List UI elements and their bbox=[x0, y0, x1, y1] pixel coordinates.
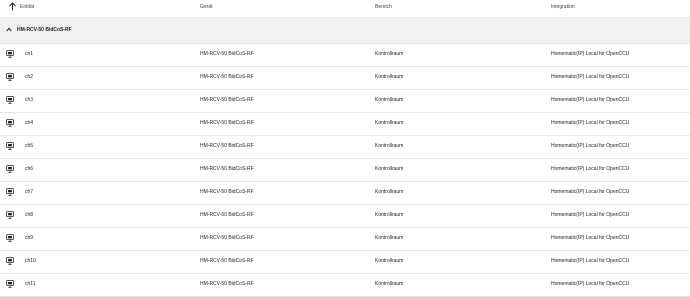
table-row[interactable]: ch3 HM-RCV-50 BidCoS-RF Kontrollraum Homema… bbox=[0, 90, 690, 113]
table-header: Entität Gerät Bereich Integration bbox=[0, 0, 690, 18]
cell-area: Kontrollraum bbox=[375, 281, 404, 287]
chevron-up-icon[interactable] bbox=[6, 27, 12, 32]
cell-integration: Homematic(IP) Local for OpenCCU bbox=[551, 189, 630, 195]
cell-area: Kontrollraum bbox=[375, 143, 404, 149]
table-row[interactable]: ch5 HM-RCV-50 BidCoS-RF Kontrollraum Homema… bbox=[0, 136, 690, 159]
cell-area: Kontrollraum bbox=[375, 258, 404, 264]
table-row[interactable]: ch8 HM-RCV-50 BidCoS-RF Kontrollraum Homema… bbox=[0, 205, 690, 228]
cell-integration: Homematic(IP) Local for OpenCCU bbox=[551, 166, 630, 172]
cell-entity[interactable]: ch4 bbox=[25, 120, 33, 126]
table-row[interactable]: ch6 HM-RCV-50 BidCoS-RF Kontrollraum Homema… bbox=[0, 159, 690, 182]
cell-area: Kontrollraum bbox=[375, 166, 404, 172]
table-row[interactable]: ch7 HM-RCV-50 BidCoS-RF Kontrollraum Homema… bbox=[0, 182, 690, 205]
cell-entity[interactable]: ch7 bbox=[25, 189, 33, 195]
entities-table: Entität Gerät Bereich Integration HM-RCV… bbox=[0, 0, 690, 297]
cell-integration: Homematic(IP) Local for OpenCCU bbox=[551, 258, 630, 264]
cell-entity[interactable]: ch5 bbox=[25, 143, 33, 149]
cell-area: Kontrollraum bbox=[375, 189, 404, 195]
cell-entity[interactable]: ch6 bbox=[25, 166, 33, 172]
cell-area: Kontrollraum bbox=[375, 74, 404, 80]
arrow-up-icon[interactable] bbox=[9, 2, 16, 11]
cell-integration: Homematic(IP) Local for OpenCCU bbox=[551, 235, 630, 241]
table-row[interactable]: ch4 HM-RCV-50 BidCoS-RF Kontrollraum Homema… bbox=[0, 113, 690, 136]
remote-button-icon bbox=[6, 234, 14, 242]
cell-integration: Homematic(IP) Local for OpenCCU bbox=[551, 120, 630, 126]
cell-integration: Homematic(IP) Local for OpenCCU bbox=[551, 143, 630, 149]
remote-button-icon bbox=[6, 142, 14, 150]
cell-entity[interactable]: ch11 bbox=[25, 281, 35, 287]
cell-device: HM-RCV-50 BidCoS-RF bbox=[200, 281, 254, 287]
group-label: HM-RCV-50 BidCoS-RF bbox=[17, 27, 72, 33]
column-header-area[interactable]: Bereich bbox=[375, 4, 392, 10]
remote-button-icon bbox=[6, 211, 14, 219]
cell-integration: Homematic(IP) Local for OpenCCU bbox=[551, 74, 630, 80]
cell-integration: Homematic(IP) Local for OpenCCU bbox=[551, 97, 630, 103]
group-header[interactable]: HM-RCV-50 BidCoS-RF bbox=[0, 18, 690, 44]
remote-button-icon bbox=[6, 280, 14, 288]
column-header-entity[interactable]: Entität bbox=[20, 4, 34, 10]
cell-area: Kontrollraum bbox=[375, 212, 404, 218]
remote-button-icon bbox=[6, 73, 14, 81]
cell-device: HM-RCV-50 BidCoS-RF bbox=[200, 51, 254, 57]
table-row[interactable]: ch1 HM-RCV-50 BidCoS-RF Kontrollraum Homema… bbox=[0, 44, 690, 67]
cell-integration: Homematic(IP) Local for OpenCCU bbox=[551, 281, 630, 287]
column-header-integration[interactable]: Integration bbox=[551, 4, 575, 10]
cell-entity[interactable]: ch8 bbox=[25, 212, 33, 218]
remote-button-icon bbox=[6, 257, 14, 265]
cell-device: HM-RCV-50 BidCoS-RF bbox=[200, 212, 254, 218]
remote-button-icon bbox=[6, 50, 14, 58]
table-row[interactable]: ch11 HM-RCV-50 BidCoS-RF Kontrollraum Homem… bbox=[0, 274, 690, 297]
column-header-device[interactable]: Gerät bbox=[200, 4, 213, 10]
cell-device: HM-RCV-50 BidCoS-RF bbox=[200, 189, 254, 195]
cell-integration: Homematic(IP) Local for OpenCCU bbox=[551, 51, 630, 57]
table-row[interactable]: ch9 HM-RCV-50 BidCoS-RF Kontrollraum Homema… bbox=[0, 228, 690, 251]
remote-button-icon bbox=[6, 119, 14, 127]
cell-area: Kontrollraum bbox=[375, 120, 404, 126]
cell-entity[interactable]: ch2 bbox=[25, 74, 33, 80]
cell-device: HM-RCV-50 BidCoS-RF bbox=[200, 143, 254, 149]
table-row[interactable]: ch10 HM-RCV-50 BidCoS-RF Kontrollraum Homem… bbox=[0, 251, 690, 274]
cell-entity[interactable]: ch3 bbox=[25, 97, 33, 103]
cell-area: Kontrollraum bbox=[375, 51, 404, 57]
cell-device: HM-RCV-50 BidCoS-RF bbox=[200, 74, 254, 80]
remote-button-icon bbox=[6, 96, 14, 104]
table-row[interactable]: ch2 HM-RCV-50 BidCoS-RF Kontrollraum Homema… bbox=[0, 67, 690, 90]
remote-button-icon bbox=[6, 165, 14, 173]
cell-device: HM-RCV-50 BidCoS-RF bbox=[200, 258, 254, 264]
cell-device: HM-RCV-50 BidCoS-RF bbox=[200, 235, 254, 241]
cell-entity[interactable]: ch1 bbox=[25, 51, 33, 57]
cell-area: Kontrollraum bbox=[375, 235, 404, 241]
cell-area: Kontrollraum bbox=[375, 97, 404, 103]
cell-device: HM-RCV-50 BidCoS-RF bbox=[200, 97, 254, 103]
cell-entity[interactable]: ch10 bbox=[25, 258, 36, 264]
cell-entity[interactable]: ch9 bbox=[25, 235, 33, 241]
cell-device: HM-RCV-50 BidCoS-RF bbox=[200, 166, 254, 172]
cell-integration: Homematic(IP) Local for OpenCCU bbox=[551, 212, 630, 218]
cell-device: HM-RCV-50 BidCoS-RF bbox=[200, 120, 254, 126]
remote-button-icon bbox=[6, 188, 14, 196]
